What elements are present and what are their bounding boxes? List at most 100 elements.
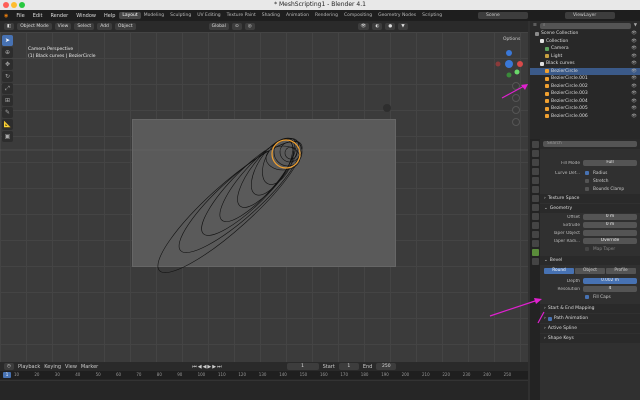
collection-tab-icon[interactable]	[531, 195, 539, 202]
menu-select[interactable]: Select	[74, 23, 95, 30]
menu-playback[interactable]: Playback	[18, 364, 40, 370]
curve-data-tab-icon[interactable]	[531, 249, 539, 256]
tab-sculpting[interactable]: Sculpting	[167, 12, 194, 19]
editor-type-icon[interactable]: ◧	[4, 23, 15, 30]
radius-checkbox[interactable]	[585, 171, 589, 175]
timeline-area[interactable]: 1 10 20 30 40 50 60 70 80 90 100 110 120 130 140 150 16…	[0, 371, 528, 400]
output-tab-icon[interactable]	[531, 159, 539, 166]
visibility-toggle-icon[interactable]: 👁	[631, 106, 640, 111]
bevel-profile-button[interactable]: Profile	[606, 268, 636, 274]
scale-tool-icon[interactable]: ⤢	[2, 83, 13, 94]
map-taper-checkbox[interactable]	[585, 247, 589, 251]
object-mode-dropdown[interactable]: Object Mode	[17, 23, 52, 30]
modifiers-tab-icon[interactable]	[531, 213, 539, 220]
outliner-item[interactable]: Black curves 👁	[530, 60, 640, 68]
texture-space-panel[interactable]: › Texture Space	[540, 194, 640, 203]
visibility-toggle-icon[interactable]: 👁	[631, 69, 640, 74]
world-tab-icon[interactable]	[531, 186, 539, 193]
menu-help[interactable]: Help	[100, 13, 119, 19]
tab-texture-paint[interactable]: Texture Paint	[224, 12, 259, 19]
resolution-field[interactable]: 4	[583, 286, 637, 292]
orientation-dropdown[interactable]: Global	[208, 23, 229, 30]
minimize-window-icon[interactable]	[11, 2, 17, 8]
taper-object-field[interactable]	[583, 230, 637, 236]
visibility-toggle-icon[interactable]: 👁	[631, 84, 640, 89]
camera-view-icon[interactable]	[512, 106, 520, 114]
snap-icon[interactable]: ⊙	[231, 23, 242, 30]
physics-tab-icon[interactable]	[531, 231, 539, 238]
outliner-item[interactable]: Camera 👁	[530, 45, 640, 53]
outliner-search[interactable]: ⌕	[539, 22, 631, 29]
bevel-panel[interactable]: ⌄ Bevel	[540, 256, 640, 265]
viewlayer-selector[interactable]: ViewLayer	[565, 12, 615, 19]
visibility-toggle-icon[interactable]: 👁	[631, 39, 640, 44]
current-frame-field[interactable]: 1	[286, 363, 319, 370]
extrude-field[interactable]: 0 m	[583, 222, 637, 228]
close-window-icon[interactable]	[3, 2, 9, 8]
fill-mode-dropdown[interactable]: Full	[583, 160, 637, 166]
measure-tool-icon[interactable]: 📐	[2, 119, 13, 130]
proportional-edit-icon[interactable]: ◎	[244, 23, 255, 30]
tab-compositing[interactable]: Compositing	[341, 12, 375, 19]
visibility-toggle-icon[interactable]: 👁	[631, 76, 640, 81]
bounds-clamp-checkbox[interactable]	[585, 187, 589, 191]
tab-layout[interactable]: Layout	[119, 12, 141, 19]
tab-geometry-nodes[interactable]: Geometry Nodes	[375, 12, 419, 19]
offset-field[interactable]: 0 m	[583, 214, 637, 220]
shape-keys-panel[interactable]: › Shape Keys	[540, 334, 640, 343]
stretch-checkbox[interactable]	[585, 179, 589, 183]
menu-view[interactable]: View	[54, 23, 72, 30]
geometry-panel[interactable]: ⌄ Geometry	[540, 204, 640, 213]
constraints-tab-icon[interactable]	[531, 240, 539, 247]
path-animation-panel[interactable]: › Path Animation	[540, 314, 640, 323]
menu-keying[interactable]: Keying	[44, 364, 61, 370]
transform-tool-icon[interactable]: ⊞	[2, 95, 13, 106]
scene-selector[interactable]: Scene	[478, 12, 528, 19]
tab-shading[interactable]: Shading	[259, 12, 283, 19]
visibility-toggle-icon[interactable]: 👁	[631, 46, 640, 51]
taper-radius-dropdown[interactable]: Override	[583, 238, 637, 244]
outliner-item[interactable]: Scene Collection 👁	[530, 30, 640, 38]
perspective-grid-icon[interactable]	[512, 118, 520, 126]
start-frame-field[interactable]: 1	[338, 363, 359, 370]
material-tab-icon[interactable]	[531, 258, 539, 265]
outliner-item[interactable]: BezierCircle.004 👁	[530, 98, 640, 106]
tool-tab-icon[interactable]	[531, 141, 539, 148]
end-frame-field[interactable]: 250	[376, 363, 397, 370]
outliner-filter-icon[interactable]: ▼	[634, 23, 637, 28]
outliner-item[interactable]: Collection 👁	[530, 38, 640, 46]
active-spline-panel[interactable]: › Active Spline	[540, 324, 640, 333]
add-cube-tool-icon[interactable]: ▣	[2, 131, 13, 142]
timeline-editor-icon[interactable]: ◷	[4, 363, 14, 370]
bevel-object-button[interactable]: Object	[575, 268, 605, 274]
menu-timeline-view[interactable]: View	[65, 364, 77, 370]
menu-edit[interactable]: Edit	[29, 13, 47, 19]
tab-animation[interactable]: Animation	[283, 12, 312, 19]
render-tab-icon[interactable]	[531, 150, 539, 157]
outliner-item[interactable]: BezierCircle.006 👁	[530, 113, 640, 121]
menu-file[interactable]: File	[12, 13, 28, 19]
menu-object[interactable]: Object	[114, 23, 136, 30]
tab-scripting[interactable]: Scripting	[419, 12, 445, 19]
visibility-icon[interactable]: 👁	[357, 23, 370, 30]
menu-marker[interactable]: Marker	[81, 364, 98, 370]
visibility-toggle-icon[interactable]: 👁	[631, 61, 640, 66]
options-dropdown[interactable]: Options	[503, 37, 520, 42]
outliner-item[interactable]: Light 👁	[530, 53, 640, 61]
visibility-toggle-icon[interactable]: 👁	[631, 54, 640, 59]
visibility-toggle-icon[interactable]: 👁	[631, 99, 640, 104]
scene-tab-icon[interactable]	[531, 177, 539, 184]
playback-controls-icon[interactable]: ⏮◀◀▶▶⏭	[192, 364, 222, 370]
overlays-icon[interactable]: ◐	[372, 23, 383, 30]
rotate-tool-icon[interactable]: ↻	[2, 71, 13, 82]
properties-search[interactable]: Search	[543, 141, 637, 147]
menu-add[interactable]: Add	[97, 23, 112, 30]
3d-viewport[interactable]: Camera Perspective (1) Black curves | Be…	[0, 32, 528, 362]
select-tool-icon[interactable]: ➤	[2, 35, 13, 46]
bevel-round-button[interactable]: Round	[544, 268, 574, 274]
visibility-toggle-icon[interactable]: 👁	[631, 91, 640, 96]
outliner-editor-icon[interactable]: ☰	[533, 23, 537, 28]
zoom-window-icon[interactable]	[19, 2, 25, 8]
tab-rendering[interactable]: Rendering	[312, 12, 341, 19]
menu-window[interactable]: Window	[72, 13, 100, 19]
